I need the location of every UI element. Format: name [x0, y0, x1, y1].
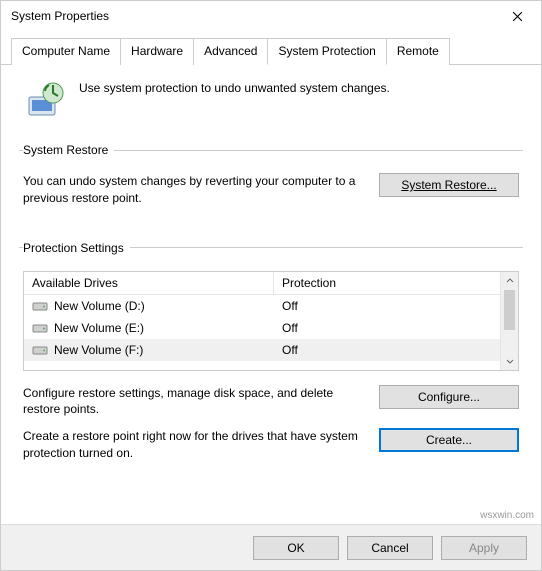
dialog-button-bar: OK Cancel Apply	[1, 524, 541, 570]
system-restore-group: System Restore You can undo system chang…	[19, 143, 523, 221]
tab-system-protection[interactable]: System Protection	[267, 38, 386, 65]
drive-row[interactable]: New Volume (E:) Off	[24, 317, 500, 339]
drive-icon	[32, 344, 48, 356]
intro-text: Use system protection to undo unwanted s…	[79, 79, 390, 95]
window-title: System Properties	[11, 9, 497, 23]
drive-name: New Volume (F:)	[54, 343, 143, 357]
tab-hardware[interactable]: Hardware	[120, 38, 194, 65]
chevron-up-icon	[506, 277, 514, 285]
col-available-drives[interactable]: Available Drives	[24, 272, 274, 294]
tab-content: Use system protection to undo unwanted s…	[1, 65, 541, 524]
protection-settings-legend: Protection Settings	[23, 241, 130, 255]
system-restore-desc: You can undo system changes by reverting…	[23, 173, 363, 207]
tab-bar: Computer Name Hardware Advanced System P…	[1, 31, 541, 65]
drive-name: New Volume (E:)	[54, 321, 144, 335]
cancel-button[interactable]: Cancel	[347, 536, 433, 560]
system-properties-window: System Properties Computer Name Hardware…	[0, 0, 542, 571]
system-restore-legend: System Restore	[23, 143, 114, 157]
drive-protection: Off	[274, 299, 500, 313]
close-icon	[512, 11, 523, 22]
scroll-thumb[interactable]	[504, 290, 515, 330]
scroll-up-button[interactable]	[501, 272, 518, 290]
drive-protection: Off	[274, 343, 500, 357]
configure-button[interactable]: Configure...	[379, 385, 519, 409]
create-desc: Create a restore point right now for the…	[23, 428, 363, 462]
drive-name: New Volume (D:)	[54, 299, 145, 313]
drive-row[interactable]: New Volume (F:) Off	[24, 339, 500, 361]
drives-table: Available Drives Protection New Volume (…	[23, 271, 519, 371]
drive-icon	[32, 300, 48, 312]
drives-scrollbar[interactable]	[500, 272, 518, 370]
intro-row: Use system protection to undo unwanted s…	[19, 79, 523, 119]
close-button[interactable]	[497, 2, 537, 30]
create-button[interactable]: Create...	[379, 428, 519, 452]
drive-row[interactable]: New Volume (D:) Off	[24, 295, 500, 317]
col-protection[interactable]: Protection	[274, 272, 500, 294]
titlebar: System Properties	[1, 1, 541, 31]
configure-desc: Configure restore settings, manage disk …	[23, 385, 363, 419]
watermark: wsxwin.com	[480, 510, 534, 521]
tab-advanced[interactable]: Advanced	[193, 38, 268, 65]
system-restore-button[interactable]: System Restore...	[379, 173, 519, 197]
protection-settings-group: Protection Settings Available Drives Pro…	[19, 241, 523, 476]
tab-remote[interactable]: Remote	[386, 38, 450, 65]
drives-header: Available Drives Protection	[24, 272, 500, 295]
drive-protection: Off	[274, 321, 500, 335]
scroll-down-button[interactable]	[501, 352, 518, 370]
apply-button[interactable]: Apply	[441, 536, 527, 560]
chevron-down-icon	[506, 357, 514, 365]
ok-button[interactable]: OK	[253, 536, 339, 560]
drive-icon	[32, 322, 48, 334]
tab-computer-name[interactable]: Computer Name	[11, 38, 121, 65]
system-protection-icon	[25, 79, 65, 119]
